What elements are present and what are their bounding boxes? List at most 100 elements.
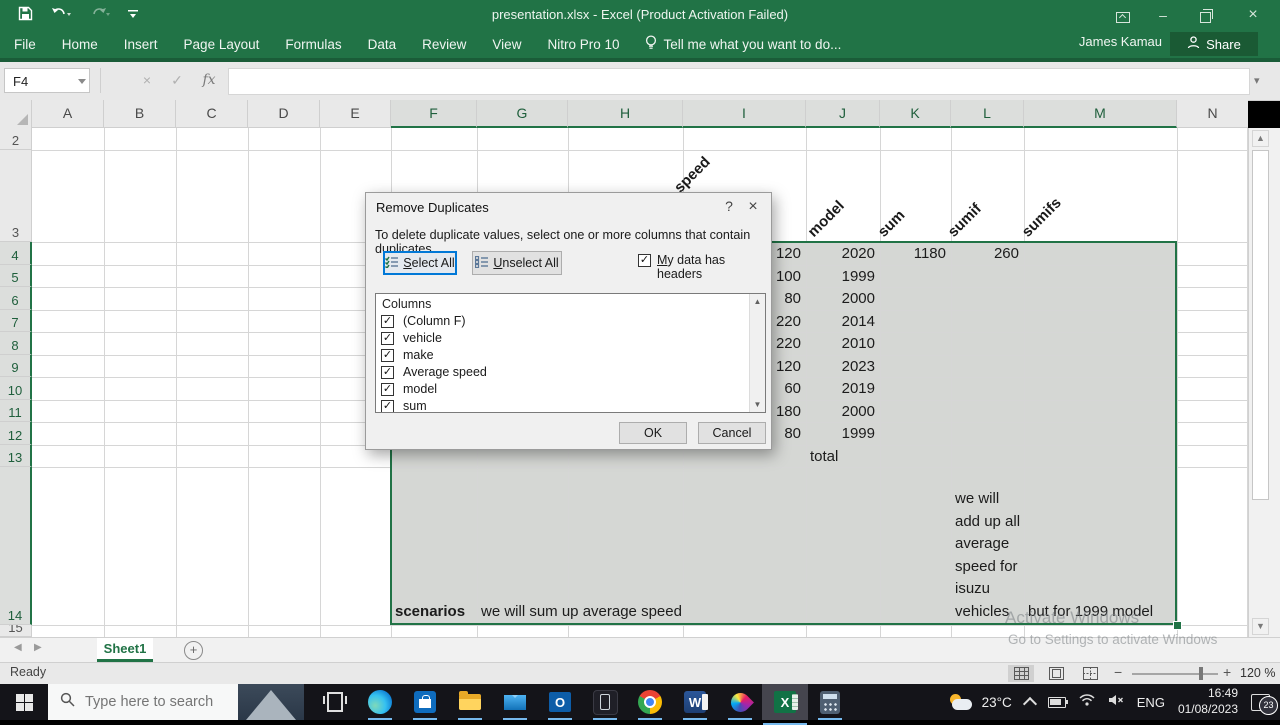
- unselect-all-button[interactable]: Unselect All: [472, 251, 562, 275]
- column-item-sum[interactable]: ✓ sum: [381, 399, 427, 412]
- ok-button[interactable]: OK: [619, 422, 687, 444]
- mail-icon[interactable]: [502, 689, 528, 720]
- col-header-J[interactable]: J: [806, 100, 880, 128]
- sheet-tab-sheet1[interactable]: Sheet1: [97, 638, 153, 662]
- outlook-icon[interactable]: O: [547, 689, 573, 720]
- cell-J9[interactable]: 2023: [806, 356, 875, 378]
- col-header-H[interactable]: H: [568, 100, 683, 128]
- tray-expand-icon[interactable]: [1022, 696, 1037, 712]
- col-header-C[interactable]: C: [176, 100, 248, 128]
- insert-function-icon[interactable]: fx: [196, 68, 222, 93]
- paint3d-icon[interactable]: [726, 688, 754, 720]
- name-box-dropdown-icon[interactable]: [78, 79, 86, 84]
- tab-insert[interactable]: Insert: [124, 37, 158, 52]
- col-header-D[interactable]: D: [248, 100, 320, 128]
- listbox-scrollbar[interactable]: ▲ ▼: [749, 294, 765, 412]
- cell-L4[interactable]: 260: [951, 243, 1019, 265]
- calculator-icon[interactable]: [817, 689, 843, 720]
- row-header-7[interactable]: 7: [0, 310, 32, 332]
- tab-data[interactable]: Data: [368, 37, 397, 52]
- select-all-button[interactable]: Select All: [383, 251, 457, 275]
- col-header-G[interactable]: G: [477, 100, 568, 128]
- volume-muted-icon[interactable]: [1108, 693, 1124, 711]
- ribbon-display-options-icon[interactable]: [1106, 4, 1140, 26]
- cell-J7[interactable]: 2014: [806, 311, 875, 333]
- weather-widget[interactable]: 23°C: [948, 694, 1012, 710]
- my-data-has-headers-label[interactable]: My data has headers: [657, 253, 771, 281]
- user-name[interactable]: James Kamau: [1079, 34, 1162, 49]
- scroll-up-icon[interactable]: ▲: [1252, 130, 1269, 147]
- checkbox-icon[interactable]: ✓: [381, 365, 394, 379]
- task-view-icon[interactable]: [322, 689, 348, 715]
- select-all-corner[interactable]: [0, 100, 32, 128]
- redo-icon[interactable]: [90, 7, 110, 26]
- listbox-scroll-up-icon[interactable]: ▲: [752, 297, 763, 306]
- dialog-close-icon[interactable]: ×: [743, 198, 763, 216]
- row-header-2[interactable]: 2: [0, 128, 32, 150]
- col-header-K[interactable]: K: [880, 100, 951, 128]
- row-header-12[interactable]: 12: [0, 422, 32, 445]
- restore-button[interactable]: [1188, 4, 1222, 26]
- word-icon[interactable]: W: [682, 689, 708, 720]
- formula-bar-expand-icon[interactable]: ▾: [1254, 74, 1260, 87]
- page-break-view-icon[interactable]: [1077, 665, 1103, 682]
- row-header-5[interactable]: 5: [0, 265, 32, 287]
- checkbox-icon[interactable]: ✓: [381, 314, 394, 328]
- cell-J10[interactable]: 2019: [806, 378, 875, 400]
- row-header-15[interactable]: 15: [0, 625, 32, 637]
- dialog-help-icon[interactable]: ?: [719, 198, 739, 214]
- col-header-E[interactable]: E: [320, 100, 391, 128]
- taskbar-search[interactable]: [48, 684, 304, 720]
- tab-file[interactable]: File: [14, 37, 36, 52]
- sheet-nav-right-icon[interactable]: ▶: [34, 642, 42, 653]
- cell-J12[interactable]: 1999: [806, 423, 875, 445]
- cell-K4[interactable]: 1180: [880, 243, 946, 265]
- col-header-F[interactable]: F: [391, 100, 477, 128]
- normal-view-icon[interactable]: [1008, 665, 1034, 682]
- chrome-icon[interactable]: [637, 689, 663, 720]
- clock[interactable]: 16:49 01/08/2023: [1178, 686, 1238, 717]
- cell-L14[interactable]: we will add up all average speed for isu…: [955, 488, 1025, 623]
- zoom-in-icon[interactable]: +: [1223, 664, 1231, 680]
- listbox-scroll-down-icon[interactable]: ▼: [752, 400, 763, 409]
- column-item-column-f[interactable]: ✓ (Column F): [381, 314, 466, 328]
- zoom-slider-track[interactable]: [1132, 673, 1218, 675]
- checkbox-icon[interactable]: ✓: [381, 382, 394, 396]
- column-item-average-speed[interactable]: ✓ Average speed: [381, 365, 487, 379]
- cell-J8[interactable]: 2010: [806, 333, 875, 355]
- column-item-model[interactable]: ✓ model: [381, 382, 437, 396]
- checkbox-icon[interactable]: ✓: [381, 348, 394, 362]
- tab-formulas[interactable]: Formulas: [285, 37, 341, 52]
- cell-J4[interactable]: 2020: [806, 243, 875, 265]
- language-indicator[interactable]: ENG: [1137, 695, 1165, 710]
- tab-nitro-pro[interactable]: Nitro Pro 10: [547, 37, 619, 52]
- tab-page-layout[interactable]: Page Layout: [184, 37, 260, 52]
- microsoft-store-icon[interactable]: [412, 689, 438, 720]
- undo-icon[interactable]: [51, 7, 72, 26]
- save-icon[interactable]: [18, 6, 33, 26]
- row-header-3[interactable]: 3: [0, 150, 32, 242]
- cell-J11[interactable]: 2000: [806, 401, 875, 423]
- add-sheet-icon[interactable]: +: [184, 641, 203, 660]
- search-input[interactable]: [83, 693, 237, 711]
- wifi-icon[interactable]: [1079, 693, 1095, 711]
- file-explorer-icon[interactable]: [457, 689, 483, 720]
- cell-J6[interactable]: 2000: [806, 288, 875, 310]
- excel-icon-active[interactable]: X: [762, 684, 808, 725]
- col-header-I[interactable]: I: [683, 100, 806, 128]
- tab-review[interactable]: Review: [422, 37, 466, 52]
- your-phone-icon[interactable]: [592, 689, 618, 720]
- row-header-10[interactable]: 10: [0, 377, 32, 400]
- confirm-entry-icon[interactable]: ✓: [164, 68, 190, 93]
- col-header-B[interactable]: B: [104, 100, 176, 128]
- fill-handle[interactable]: [1173, 621, 1182, 630]
- zoom-out-icon[interactable]: −: [1114, 664, 1122, 680]
- cancel-entry-icon[interactable]: ×: [134, 68, 160, 93]
- row-header-4[interactable]: 4: [0, 242, 32, 265]
- row-header-11[interactable]: 11: [0, 400, 32, 422]
- col-header-M[interactable]: M: [1024, 100, 1177, 128]
- column-item-vehicle[interactable]: ✓ vehicle: [381, 331, 442, 345]
- start-button[interactable]: [0, 684, 48, 720]
- checkbox-icon[interactable]: ✓: [381, 331, 394, 345]
- scroll-down-icon[interactable]: ▼: [1252, 618, 1269, 635]
